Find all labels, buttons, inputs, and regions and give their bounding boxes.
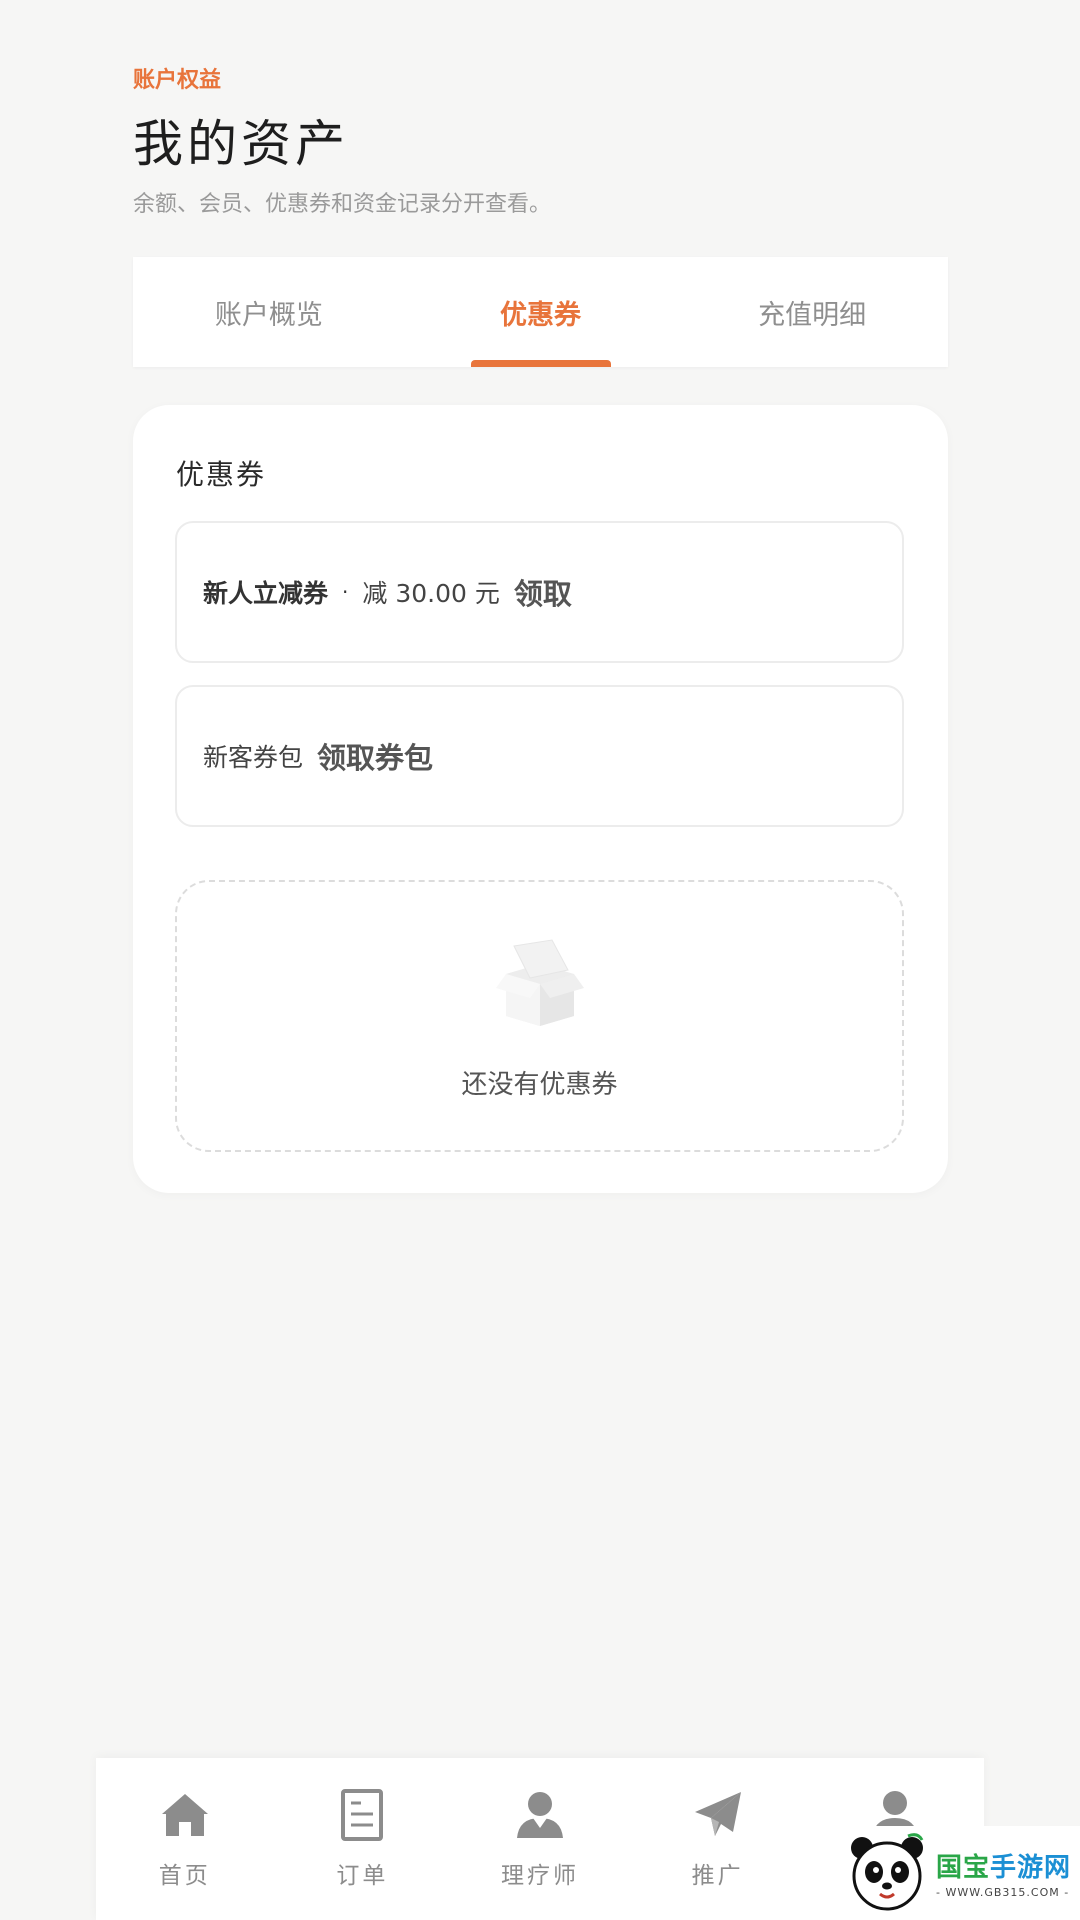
- site-watermark: 国宝手游网 - WWW.GB315.COM -: [828, 1826, 1080, 1920]
- document-icon: [341, 1789, 384, 1841]
- empty-box-icon: [495, 939, 584, 1026]
- paper-plane-icon: [694, 1792, 741, 1836]
- page-title: 我的资产: [133, 115, 349, 173]
- nav-label: 首页: [158, 1863, 211, 1889]
- nav-item-promotion[interactable]: 推广: [629, 1758, 807, 1920]
- tab-label: 充值明细: [758, 299, 867, 331]
- home-icon: [161, 1794, 208, 1836]
- coupon-name: 新客券包: [203, 743, 304, 772]
- tab-bar: 账户概览 优惠券 充值明细: [133, 257, 948, 367]
- watermark-name: 国宝手游网: [936, 1853, 1072, 1883]
- empty-state: 还没有优惠券: [175, 880, 904, 1152]
- nav-item-therapist[interactable]: 理疗师: [451, 1758, 629, 1920]
- coupon-discount: 减 30.00 元: [362, 579, 500, 608]
- nav-label: 订单: [336, 1863, 389, 1889]
- nav-item-home[interactable]: 首页: [96, 1758, 274, 1920]
- claim-pack-button[interactable]: 领取券包: [317, 735, 433, 777]
- active-tab-indicator: [470, 360, 611, 367]
- separator-dot: ·: [342, 580, 349, 604]
- watermark-url: - WWW.GB315.COM -: [936, 1886, 1070, 1899]
- nav-label: 理疗师: [500, 1863, 579, 1889]
- page: 账户权益 我的资产 余额、会员、优惠券和资金记录分开查看。 账户概览 优惠券 充…: [0, 0, 1080, 1920]
- coupons-section-title: 优惠券: [176, 458, 267, 491]
- coupon-item-new-user: 新人立减券 · 减 30.00 元 领取: [175, 521, 904, 663]
- tab-coupons[interactable]: 优惠券: [405, 257, 677, 367]
- panda-logo-icon: [851, 1833, 924, 1911]
- tab-account-overview[interactable]: 账户概览: [133, 257, 405, 367]
- nav-item-orders[interactable]: 订单: [274, 1758, 452, 1920]
- nav-label: 推广: [691, 1863, 744, 1889]
- claim-button[interactable]: 领取: [514, 571, 572, 613]
- coupon-name: 新人立减券: [203, 579, 329, 608]
- tab-label: 账户概览: [214, 299, 323, 331]
- empty-state-text: 还没有优惠券: [461, 1070, 618, 1100]
- coupon-item-new-customer-pack: 新客券包 领取券包: [175, 685, 904, 827]
- page-subtitle: 余额、会员、优惠券和资金记录分开查看。: [133, 192, 552, 217]
- watermark-text: 国宝手游网 - WWW.GB315.COM -: [936, 1847, 1071, 1899]
- tab-recharge-details[interactable]: 充值明细: [676, 257, 948, 367]
- coupons-card: 优惠券 新人立减券 · 减 30.00 元 领取 新客券包 领取券包 还没有优惠…: [133, 405, 948, 1193]
- tab-label: 优惠券: [500, 299, 581, 331]
- therapist-icon: [516, 1792, 563, 1838]
- section-eyebrow: 账户权益: [133, 68, 222, 93]
